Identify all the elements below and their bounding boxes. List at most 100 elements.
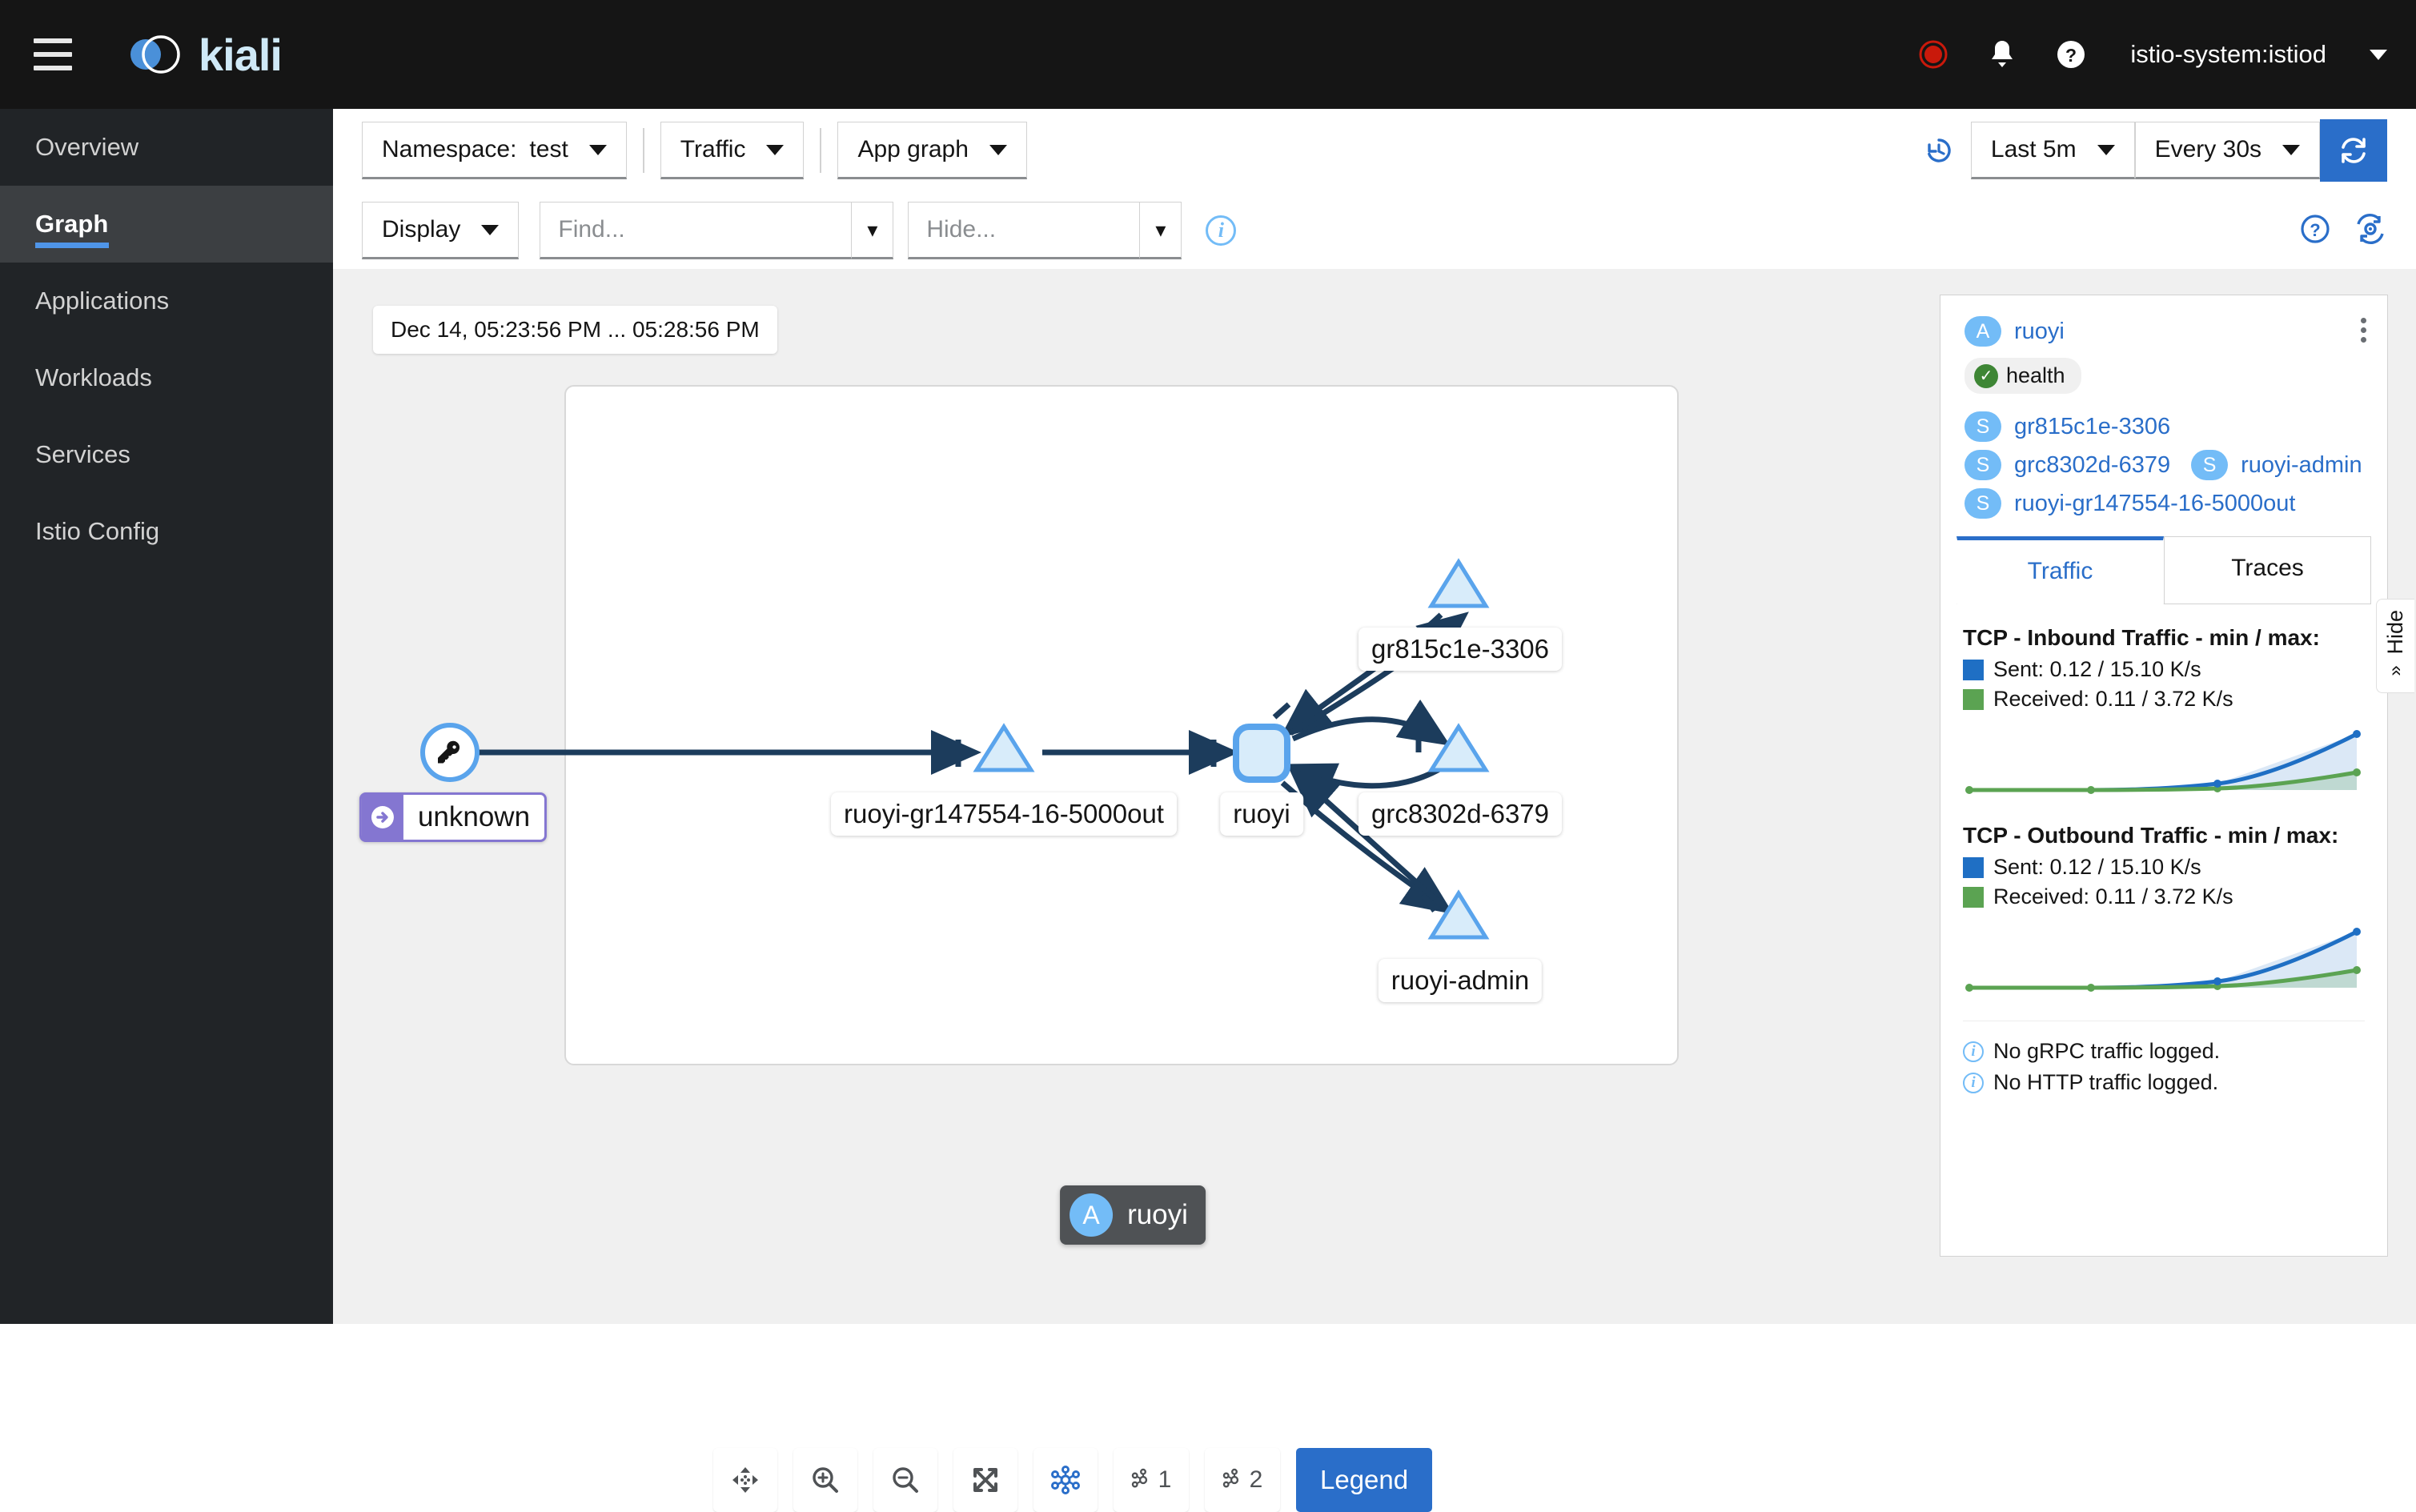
hide-dropdown-toggle[interactable]: ▾	[1140, 202, 1182, 259]
toggle-layout-default-button[interactable]	[1033, 1448, 1098, 1512]
info-circle-icon: i	[1963, 1072, 1984, 1093]
topology-icon	[1051, 1466, 1080, 1494]
service-list: S gr815c1e-3306 S grc8302d-6379 S ruoyi-…	[1965, 411, 2363, 519]
traffic-select[interactable]: Traffic	[660, 122, 805, 179]
display-menu-button[interactable]: Display	[362, 202, 520, 259]
namespace-select-value: test	[529, 136, 568, 162]
layout-2-button[interactable]: 2	[1205, 1448, 1280, 1512]
outbound-sparkline-chart	[1963, 922, 2365, 1000]
chevron-down-icon	[481, 224, 500, 235]
node-label-ruoyi[interactable]: ruoyi	[1220, 792, 1303, 836]
node-label-ruoyi-admin[interactable]: ruoyi-admin	[1378, 959, 1543, 1002]
find-group: ▾	[540, 202, 894, 259]
toolbar-row-filters: Namespace: test Traffic App graph Last 5…	[362, 109, 2387, 192]
svg-text:?: ?	[2310, 220, 2320, 240]
service-badge-icon: S	[1965, 488, 2001, 519]
health-status-badge[interactable]: ✓ health	[1965, 358, 2081, 394]
namespace-select[interactable]: Namespace: test	[362, 122, 627, 179]
hover-tooltip-label: ruoyi	[1127, 1199, 1188, 1230]
summary-side-panel: A ruoyi ✓ health S gr815c1e-3306 S grc83…	[1940, 295, 2388, 1257]
graph-help-icon[interactable]: ?	[2299, 213, 2331, 249]
user-namespace-label[interactable]: istio-system:istiod	[2130, 40, 2326, 69]
divider	[642, 128, 644, 173]
topology-icon	[1131, 1468, 1147, 1488]
hide-side-panel-tab[interactable]: Hide »	[2376, 599, 2414, 693]
bell-icon[interactable]	[1985, 37, 2020, 72]
inbound-received-line: Received: 0.11 / 3.72 K/s	[1963, 687, 2365, 712]
list-item[interactable]: S ruoyi-admin	[2191, 450, 2362, 480]
layout-2-label: 2	[1249, 1466, 1263, 1493]
list-item[interactable]: S grc8302d-6379	[1965, 450, 2170, 480]
refresh-button[interactable]	[2320, 119, 2387, 182]
refresh-interval-select[interactable]: Every 30s	[2134, 122, 2320, 179]
node-label-gr815c1e-3306[interactable]: gr815c1e-3306	[1358, 628, 1563, 671]
sidebar-item-services[interactable]: Services	[0, 416, 333, 493]
time-range-select[interactable]: Last 5m	[1970, 122, 2135, 179]
layout-1-button[interactable]: 1	[1114, 1448, 1189, 1512]
history-icon[interactable]	[1921, 133, 1956, 168]
list-item[interactable]: S ruoyi-gr147554-16-5000out	[1965, 488, 2363, 519]
sidebar-item-istio-config[interactable]: Istio Config	[0, 493, 333, 570]
graph-canvas[interactable]: Dec 14, 05:23:56 PM ... 05:28:56 PM ruoy…	[359, 295, 1907, 1295]
tab-traces[interactable]: Traces	[2164, 536, 2371, 604]
legend-button[interactable]: Legend	[1296, 1448, 1433, 1512]
service-name-link[interactable]: grc8302d-6379	[2014, 452, 2170, 479]
find-input[interactable]	[540, 202, 853, 259]
node-hover-tooltip: A ruoyi	[1060, 1185, 1206, 1245]
service-badge-icon: S	[1965, 450, 2001, 480]
zoom-out-button[interactable]	[873, 1448, 937, 1512]
info-circle-icon[interactable]: i	[1206, 215, 1237, 246]
fit-to-screen-button[interactable]	[953, 1448, 1017, 1512]
side-panel-tabs: Traffic Traces	[1956, 536, 2371, 604]
graph-toolbar: Namespace: test Traffic App graph Last 5…	[333, 109, 2416, 269]
main-content: Namespace: test Traffic App graph Last 5…	[333, 109, 2416, 1512]
divider	[820, 128, 822, 173]
graph-type-select[interactable]: App graph	[837, 122, 1027, 179]
app-badge-icon: A	[1965, 316, 2001, 347]
sent-color-swatch	[1963, 856, 1984, 878]
namespace-select-label: Namespace:	[382, 136, 517, 162]
chevron-down-icon	[2282, 144, 2300, 155]
chevron-down-icon[interactable]	[2370, 49, 2387, 60]
traffic-select-value: Traffic	[680, 136, 746, 162]
arrows-move-icon	[732, 1467, 758, 1493]
kebab-menu-icon[interactable]	[2361, 318, 2366, 343]
sidebar-item-graph[interactable]: Graph	[0, 186, 333, 263]
side-panel-body: TCP - Inbound Traffic - min / max: Sent:…	[1940, 604, 2387, 1095]
service-name-link[interactable]: gr815c1e-3306	[2014, 414, 2170, 440]
tab-traffic[interactable]: Traffic	[1956, 536, 2164, 604]
service-name-link[interactable]: ruoyi-admin	[2241, 452, 2362, 479]
record-circle-icon[interactable]	[1916, 37, 1951, 72]
list-item[interactable]: S gr815c1e-3306	[1965, 411, 2363, 442]
node-label-unknown[interactable]: unknown	[359, 792, 548, 842]
node-label-grc8302d-6379[interactable]: grc8302d-6379	[1358, 792, 1563, 836]
svg-text:?: ?	[2065, 45, 2077, 66]
search-plus-icon	[813, 1467, 838, 1493]
sidebar-item-label: Istio Config	[35, 517, 160, 545]
sidebar-item-overview[interactable]: Overview	[0, 109, 333, 186]
toolbar-help-actions: ?	[2299, 192, 2387, 269]
node-label-ruoyi-gr147554-16-5000out[interactable]: ruoyi-gr147554-16-5000out	[831, 792, 1177, 836]
hide-group: ▾	[908, 202, 1182, 259]
sidebar-item-label: Services	[35, 440, 130, 468]
masthead: kiali ? istio-system:istiod	[0, 0, 2416, 109]
side-panel-header: A ruoyi ✓ health S gr815c1e-3306 S grc83…	[1940, 295, 2387, 519]
check-circle-icon: ✓	[1974, 363, 1998, 388]
sidebar-item-workloads[interactable]: Workloads	[0, 339, 333, 416]
service-name-link[interactable]: ruoyi-gr147554-16-5000out	[2014, 491, 2295, 517]
sidebar-item-applications[interactable]: Applications	[0, 263, 333, 339]
inbound-sparkline-chart	[1963, 724, 2365, 802]
brand-logo-area[interactable]: kiali	[125, 29, 283, 81]
hide-input[interactable]	[908, 202, 1141, 259]
question-circle-icon[interactable]: ?	[2053, 37, 2089, 72]
hamburger-icon[interactable]	[34, 38, 72, 70]
chevron-down-icon	[2097, 144, 2115, 155]
brand-title: kiali	[199, 29, 283, 80]
sidebar-item-label: Workloads	[35, 363, 152, 391]
app-name-link[interactable]: ruoyi	[2014, 319, 2065, 345]
reset-view-button[interactable]	[713, 1448, 777, 1512]
unknown-node-label: unknown	[417, 801, 531, 832]
find-dropdown-toggle[interactable]: ▾	[852, 202, 894, 259]
graph-settings-icon[interactable]	[2354, 213, 2387, 249]
zoom-in-button[interactable]	[793, 1448, 857, 1512]
